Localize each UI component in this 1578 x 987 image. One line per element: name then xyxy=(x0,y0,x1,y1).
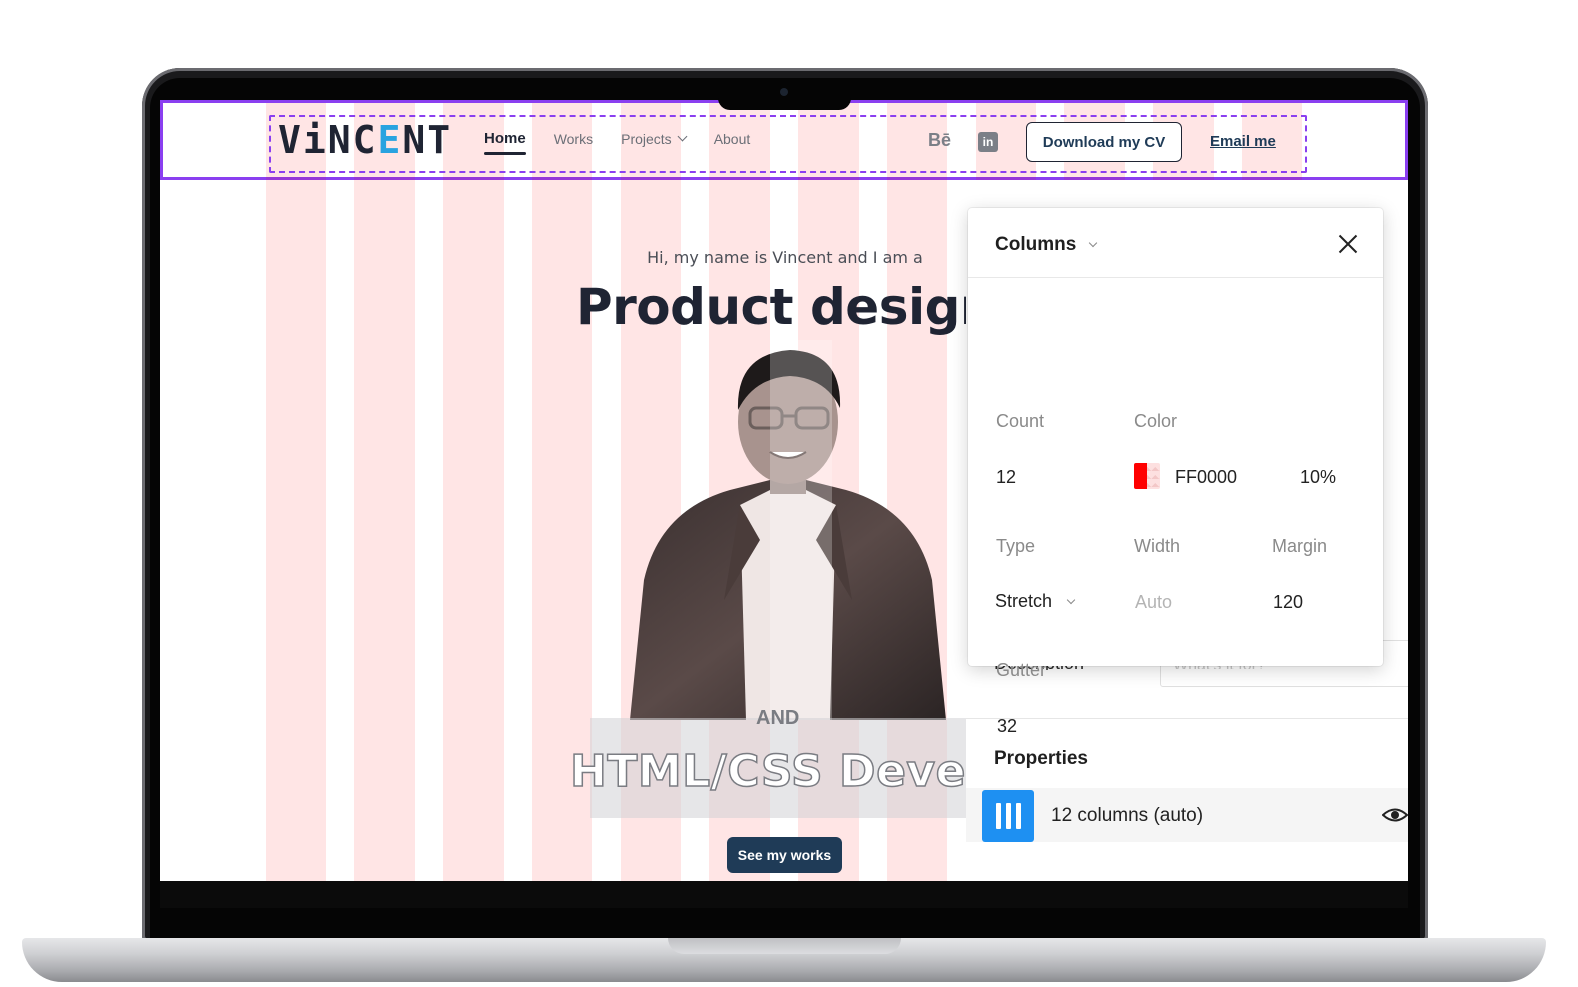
eye-icon[interactable] xyxy=(1382,806,1408,824)
color-opacity-input[interactable]: 10% xyxy=(1300,467,1336,488)
popup-title: Columns xyxy=(995,234,1077,255)
nav-item-projects[interactable]: Projects xyxy=(621,130,688,147)
panel-divider xyxy=(966,718,1408,719)
grid-column xyxy=(265,180,327,881)
popup-header: Columns xyxy=(968,208,1383,278)
close-icon[interactable] xyxy=(1336,232,1360,256)
width-label: Width xyxy=(1134,536,1181,556)
see-my-works-button[interactable]: See my works xyxy=(727,837,842,873)
columns-dropdown[interactable]: Columns xyxy=(995,234,1098,256)
camera-icon xyxy=(780,88,788,96)
and-text: AND xyxy=(756,707,800,729)
screen-bottom-bezel xyxy=(160,881,1408,908)
type-select[interactable]: Stretch xyxy=(995,591,1076,612)
gutter-input[interactable]: 32 xyxy=(997,716,1017,737)
grid-column xyxy=(443,180,504,881)
nav-item-about[interactable]: About xyxy=(714,130,751,147)
color-swatch[interactable] xyxy=(1134,463,1160,489)
behance-icon[interactable]: Bē xyxy=(928,130,951,151)
screen: ViNCENT Home Works Projects About Bē in … xyxy=(160,100,1408,881)
columns-popup: Columns Count Color 12 FF0000 10% Type W… xyxy=(968,208,1383,736)
hero-intro-text: Hi, my name is Vincent and I am a xyxy=(647,248,923,267)
type-value: Stretch xyxy=(995,591,1053,611)
color-hex-input[interactable]: FF0000 xyxy=(1175,467,1237,488)
chevron-down-icon xyxy=(677,131,688,142)
color-label: Color xyxy=(1134,411,1178,431)
site-logo[interactable]: ViNCENT xyxy=(278,118,452,162)
margin-label: Margin xyxy=(1272,536,1328,556)
gutter-label: Gutter xyxy=(996,660,1047,680)
laptop-opening-notch xyxy=(668,938,901,954)
chevron-down-icon xyxy=(1089,238,1098,248)
properties-item-label: 12 columns (auto) xyxy=(1051,805,1204,826)
nav-item-works[interactable]: Works xyxy=(554,130,593,147)
linkedin-icon[interactable]: in xyxy=(978,132,998,152)
count-input[interactable]: 12 xyxy=(996,467,1016,488)
nav-item-projects-label: Projects xyxy=(621,130,672,147)
grid-column xyxy=(354,180,415,881)
portrait-photo xyxy=(630,340,946,720)
hero-title: Product designe xyxy=(576,278,1029,336)
nav-item-home[interactable]: Home xyxy=(484,130,526,155)
count-label: Count xyxy=(996,411,1045,431)
margin-input[interactable]: 120 xyxy=(1273,592,1303,613)
type-label: Type xyxy=(996,536,1036,556)
columns-grid-icon[interactable] xyxy=(982,790,1034,842)
chevron-down-icon xyxy=(1066,595,1076,604)
width-input[interactable]: Auto xyxy=(1135,592,1172,613)
download-cv-button[interactable]: Download my CV xyxy=(1026,122,1182,162)
properties-heading: Properties xyxy=(994,748,1088,769)
main-nav: Home Works Projects About xyxy=(484,130,751,155)
email-me-link[interactable]: Email me xyxy=(1210,133,1276,150)
